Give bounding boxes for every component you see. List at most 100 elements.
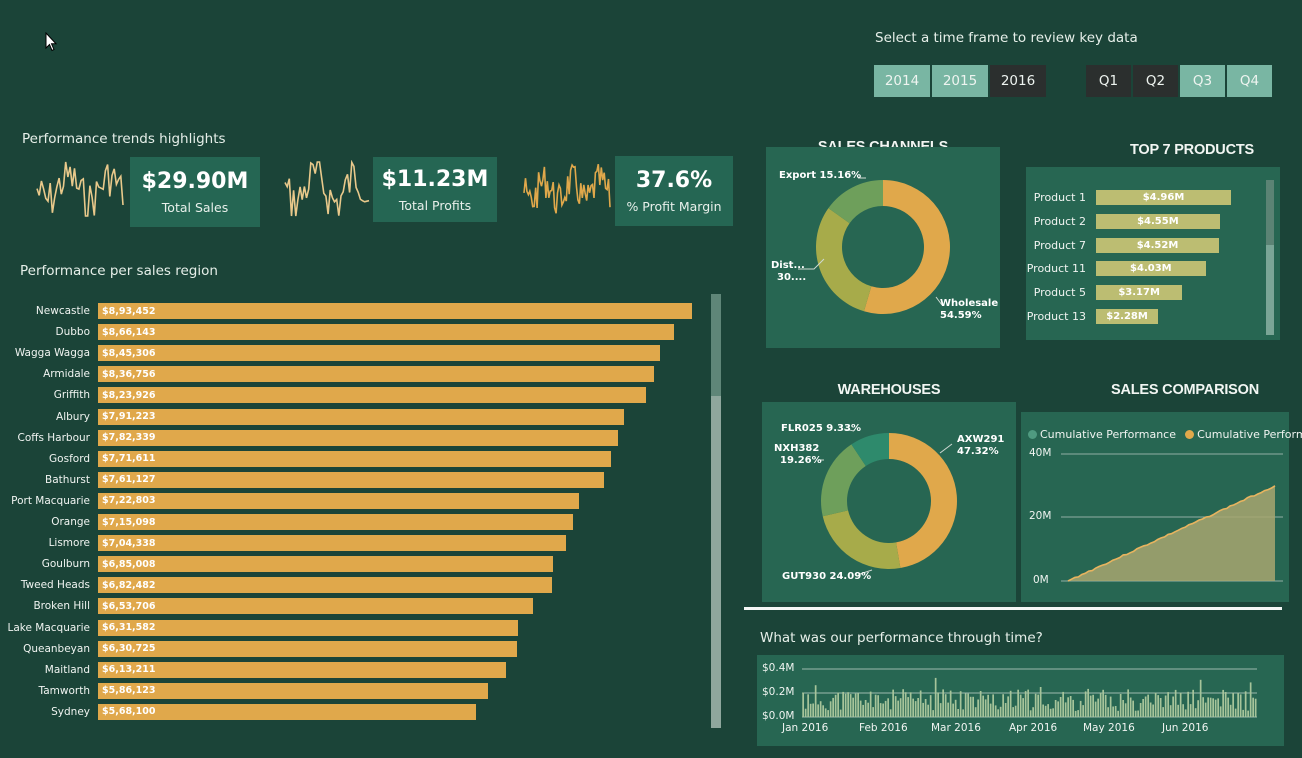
donut-slice[interactable] [816,208,872,312]
donut-slice[interactable] [822,510,901,569]
time-column[interactable] [1249,682,1252,717]
region-row[interactable]: Goulburn $6,85,008 [0,556,554,573]
time-column[interactable] [954,699,957,717]
product-bar[interactable]: $4.96M [1096,190,1231,205]
time-column[interactable] [1052,708,1054,717]
time-column[interactable] [879,703,882,717]
quarter-button-q2[interactable]: Q2 [1133,65,1178,97]
time-column[interactable] [972,696,974,717]
time-column[interactable] [899,698,902,717]
time-column[interactable] [967,693,969,717]
time-column[interactable] [932,710,934,717]
time-column[interactable] [1077,710,1079,717]
time-column[interactable] [924,699,927,717]
time-column[interactable] [854,693,857,717]
year-button-2016[interactable]: 2016 [990,65,1046,97]
time-column[interactable] [1002,694,1004,717]
region-row[interactable]: Dubbo $8,66,143 [0,324,674,341]
time-column[interactable] [1117,710,1119,717]
time-column[interactable] [812,703,814,718]
time-column[interactable] [1142,699,1144,717]
time-column[interactable] [1107,707,1109,717]
time-column[interactable] [842,691,844,717]
product-row[interactable]: Product 5 $3.17M [1026,285,1183,301]
time-column[interactable] [1057,701,1059,717]
time-column[interactable] [1239,694,1242,717]
time-column[interactable] [1072,699,1074,717]
time-column[interactable] [997,709,999,717]
time-column[interactable] [804,708,807,717]
time-column[interactable] [992,694,994,717]
time-column[interactable] [1032,707,1034,717]
time-column[interactable] [922,702,924,717]
time-column[interactable] [994,705,997,717]
time-column[interactable] [1189,704,1192,717]
time-column[interactable] [807,694,809,717]
region-bar[interactable]: $5,86,123 [98,682,488,699]
region-chart-scroll-thumb[interactable] [711,294,721,396]
time-column[interactable] [1204,702,1207,717]
time-column[interactable] [1012,707,1014,717]
region-bar[interactable]: $8,66,143 [98,324,674,341]
time-column[interactable] [919,690,922,718]
region-row[interactable]: Lismore $7,04,338 [0,535,567,552]
region-bar[interactable]: $6,30,725 [98,640,518,657]
time-column[interactable] [1089,695,1092,717]
product-bar[interactable]: $4.55M [1096,213,1220,229]
time-column[interactable] [1127,689,1129,717]
time-column[interactable] [1214,699,1217,717]
time-column[interactable] [977,699,979,718]
region-bar[interactable]: $7,61,127 [98,471,604,488]
time-column[interactable] [1154,692,1157,717]
product-bar[interactable]: $4.52M [1096,237,1219,253]
time-column[interactable] [822,705,824,717]
time-column[interactable] [1039,687,1042,717]
time-column[interactable] [1222,689,1224,717]
time-column[interactable] [1227,697,1229,717]
region-row[interactable]: Tweed Heads $6,82,482 [0,577,552,594]
time-column[interactable] [939,703,942,717]
time-column[interactable] [904,692,907,717]
time-column[interactable] [817,704,819,717]
time-column[interactable] [1104,694,1107,717]
time-column[interactable] [1009,690,1012,717]
time-column[interactable] [1007,696,1009,717]
time-column[interactable] [1159,698,1162,717]
region-row[interactable]: Armidale $8,36,756 [0,366,655,383]
time-column[interactable] [1219,706,1222,717]
time-column[interactable] [1022,698,1024,717]
time-column[interactable] [987,694,989,717]
product-bar[interactable]: $4.03M [1096,261,1206,277]
time-column[interactable] [1062,691,1064,717]
time-column[interactable] [1212,698,1214,717]
time-column[interactable] [1014,705,1017,717]
time-column[interactable] [887,698,889,717]
product-row[interactable]: Product 13 $2.28M [1026,309,1159,324]
time-column[interactable] [1024,691,1027,717]
time-column[interactable] [1202,697,1204,717]
time-column[interactable] [1194,708,1197,717]
time-column[interactable] [984,699,987,717]
time-column[interactable] [1049,708,1052,717]
time-column[interactable] [1069,696,1072,717]
time-column[interactable] [1207,697,1209,717]
time-column[interactable] [1059,697,1062,717]
product-row[interactable]: Product 11 $4.03M [1026,261,1206,277]
time-column[interactable] [937,692,939,717]
time-column[interactable] [927,704,929,717]
time-column[interactable] [1167,692,1169,717]
time-column[interactable] [1149,702,1152,718]
year-button-2015[interactable]: 2015 [932,65,988,97]
time-column[interactable] [1224,692,1227,717]
region-bar[interactable]: $7,04,338 [98,535,567,552]
time-column[interactable] [949,690,952,717]
time-column[interactable] [1229,704,1232,717]
region-row[interactable]: Sydney $5,68,100 [0,703,476,720]
time-column[interactable] [1242,709,1244,717]
time-column[interactable] [957,709,959,717]
time-column[interactable] [1247,710,1249,717]
time-column[interactable] [1209,697,1212,717]
time-column[interactable] [857,693,859,717]
product-row[interactable]: Product 2 $4.55M [1026,213,1220,229]
time-column[interactable] [1092,694,1094,717]
